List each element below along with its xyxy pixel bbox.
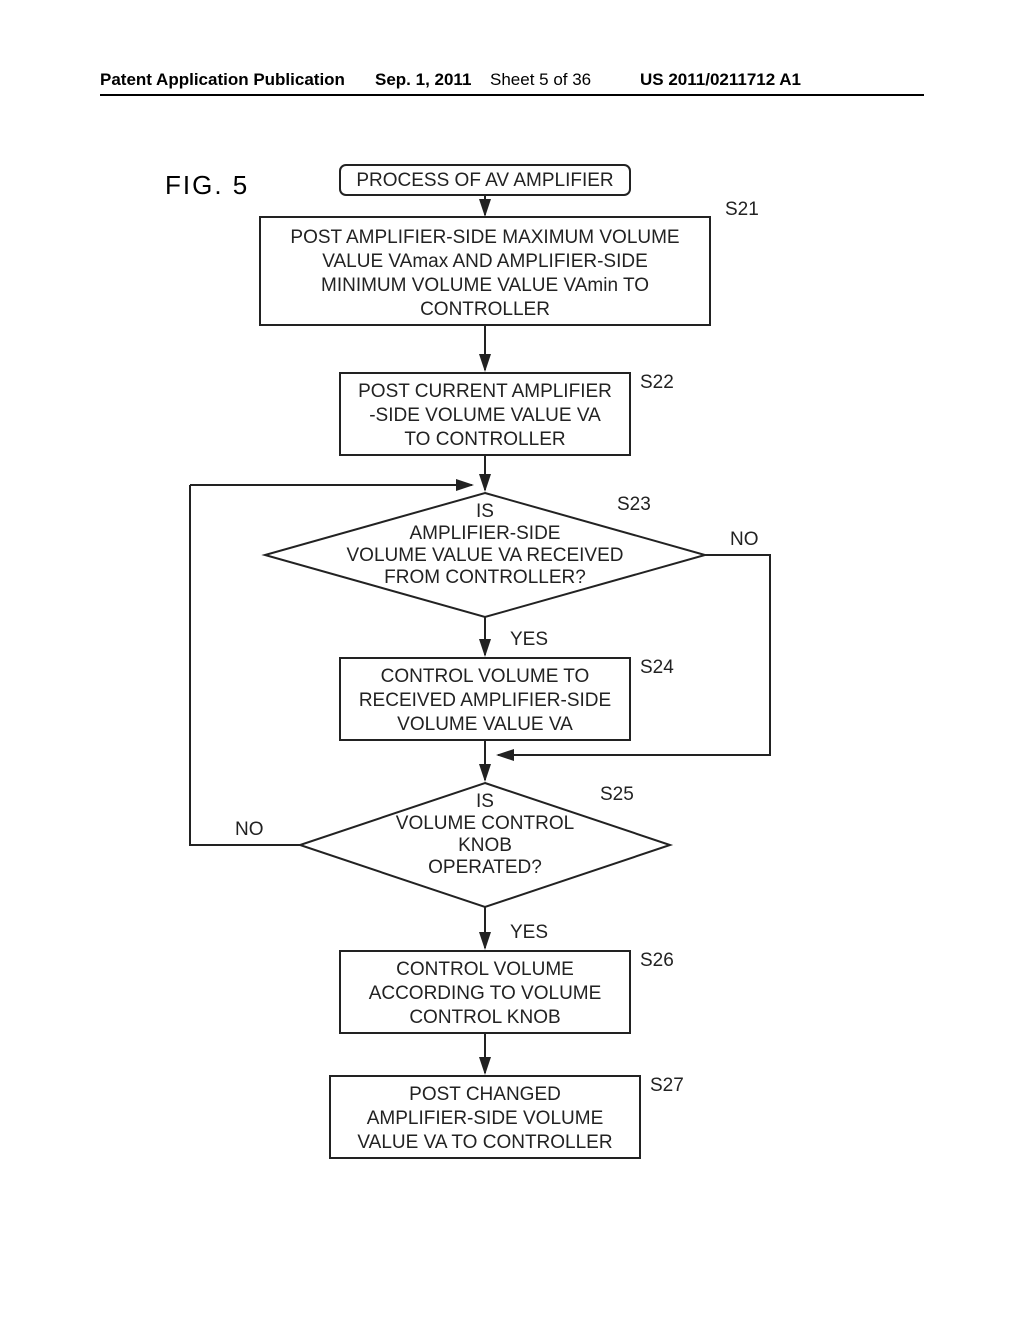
s23-line2: AMPLIFIER-SIDE bbox=[410, 523, 561, 544]
s21-line4: CONTROLLER bbox=[420, 299, 550, 320]
arrow-s25-no-up bbox=[190, 485, 300, 845]
s23-label: S23 bbox=[617, 494, 651, 515]
s24-label: S24 bbox=[640, 657, 674, 678]
s23-yes: YES bbox=[510, 629, 548, 650]
s21-line3: MINIMUM VOLUME VALUE VAmin TO bbox=[321, 275, 649, 296]
header-rule bbox=[100, 94, 924, 96]
s27-line1: POST CHANGED bbox=[409, 1084, 561, 1105]
s24-line1: CONTROL VOLUME TO bbox=[381, 666, 590, 687]
s21-label: S21 bbox=[725, 199, 759, 220]
s22-label: S22 bbox=[640, 372, 674, 393]
flowchart: PROCESS OF AV AMPLIFIER POST AMPLIFIER-S… bbox=[150, 155, 890, 1255]
s27-label: S27 bbox=[650, 1075, 684, 1096]
start-text: PROCESS OF AV AMPLIFIER bbox=[356, 170, 613, 191]
s21-line2: VALUE VAmax AND AMPLIFIER-SIDE bbox=[322, 251, 648, 272]
s25-line1: IS bbox=[476, 791, 494, 812]
s25-line2: VOLUME CONTROL bbox=[396, 813, 574, 834]
s23-line1: IS bbox=[476, 501, 494, 522]
s22-line2: -SIDE VOLUME VALUE VA bbox=[369, 405, 601, 426]
s25-no: NO bbox=[235, 819, 264, 840]
page: Patent Application Publication Sep. 1, 2… bbox=[0, 0, 1024, 1320]
header-date: Sep. 1, 2011 bbox=[375, 70, 471, 90]
s23-line4: FROM CONTROLLER? bbox=[384, 567, 586, 588]
s23-no: NO bbox=[730, 529, 759, 550]
s25-line3: KNOB bbox=[458, 835, 512, 856]
header-left: Patent Application Publication bbox=[100, 70, 345, 90]
header-pubno: US 2011/0211712 A1 bbox=[640, 70, 801, 90]
s22-line3: TO CONTROLLER bbox=[404, 429, 565, 450]
s26-label: S26 bbox=[640, 950, 674, 971]
s25-label: S25 bbox=[600, 784, 634, 805]
s26-line1: CONTROL VOLUME bbox=[396, 959, 574, 980]
s25-line4: OPERATED? bbox=[428, 857, 542, 878]
s27-line3: VALUE VA TO CONTROLLER bbox=[357, 1132, 612, 1153]
s26-line3: CONTROL KNOB bbox=[409, 1007, 560, 1028]
s26-line2: ACCORDING TO VOLUME bbox=[369, 983, 602, 1004]
s22-line1: POST CURRENT AMPLIFIER bbox=[358, 381, 612, 402]
s24-line3: VOLUME VALUE VA bbox=[397, 714, 573, 735]
s25-yes: YES bbox=[510, 922, 548, 943]
s24-line2: RECEIVED AMPLIFIER-SIDE bbox=[359, 690, 611, 711]
s27-line2: AMPLIFIER-SIDE VOLUME bbox=[367, 1108, 604, 1129]
s23-line3: VOLUME VALUE VA RECEIVED bbox=[347, 545, 624, 566]
header-sheet: Sheet 5 of 36 bbox=[490, 70, 591, 90]
s21-line1: POST AMPLIFIER-SIDE MAXIMUM VOLUME bbox=[290, 227, 679, 248]
